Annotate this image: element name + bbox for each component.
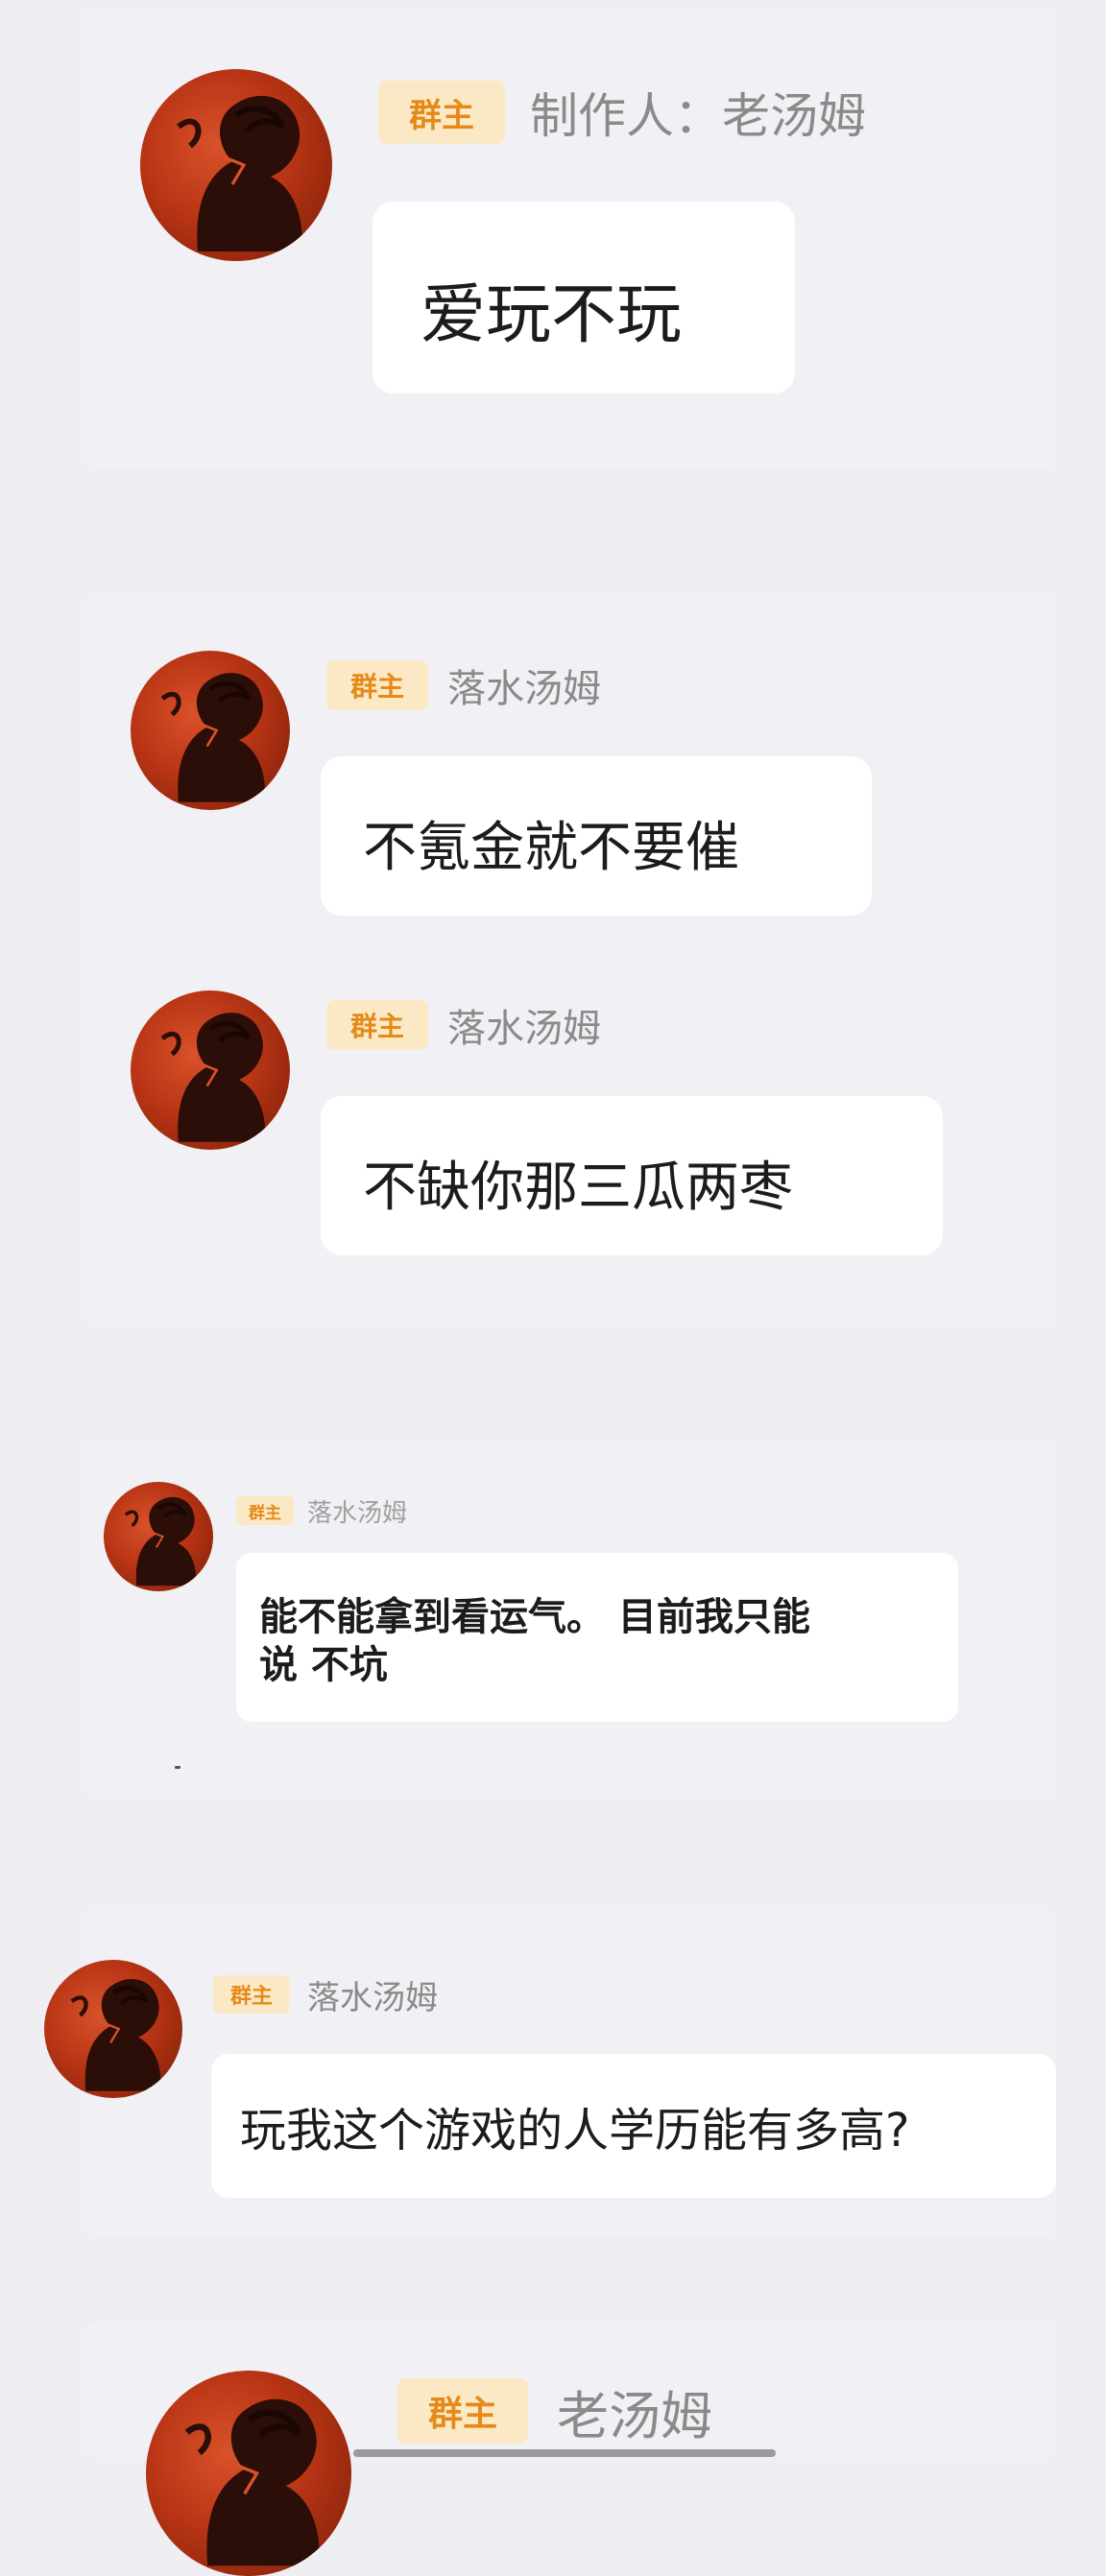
message-text: 不缺你那三瓜两枣 — [363, 1157, 793, 1219]
avatar[interactable] — [131, 990, 290, 1150]
sender-name[interactable]: 老汤姆 — [557, 2373, 712, 2449]
sender-name[interactable]: 制作人：老汤姆 — [530, 78, 866, 147]
message-text: 能不能拿到看运气。 目前我只能 说 不坑 — [259, 1595, 810, 1687]
avatar[interactable] — [131, 651, 290, 810]
message-text: 不氪金就不要催 — [363, 817, 739, 879]
sender-name[interactable]: 落水汤姆 — [307, 1493, 407, 1529]
message-header: 群主 落水汤姆 — [236, 1493, 407, 1528]
group-owner-badge: 群主 — [378, 81, 505, 144]
cartoon-character-avatar-icon — [70, 1979, 161, 2091]
home-indicator[interactable] — [353, 2449, 776, 2457]
group-owner-badge: 群主 — [213, 1975, 290, 2014]
message-text: 玩我这个游戏的人学历能有多高? — [240, 2104, 910, 2158]
sender-name[interactable]: 落水汤姆 — [447, 657, 601, 713]
cartoon-character-avatar-icon — [160, 673, 266, 802]
avatar[interactable] — [104, 1482, 213, 1591]
message-header: 群主 老汤姆 — [397, 2376, 712, 2446]
message-header: 群主 落水汤姆 — [213, 1971, 438, 2017]
cartoon-character-avatar-icon — [184, 2398, 320, 2566]
group-owner-badge: 群主 — [397, 2378, 528, 2444]
message-bubble[interactable]: 不缺你那三瓜两枣 — [321, 1096, 943, 1255]
avatar[interactable] — [44, 1960, 182, 2098]
image-speck — [175, 1766, 180, 1769]
group-owner-badge: 群主 — [236, 1496, 294, 1525]
message-bubble[interactable]: 爱玩不玩 — [373, 202, 795, 394]
sender-name[interactable]: 落水汤姆 — [307, 1971, 438, 2018]
cartoon-character-avatar-icon — [160, 1013, 266, 1142]
group-owner-badge: 群主 — [326, 660, 428, 710]
cartoon-character-avatar-icon — [124, 1496, 197, 1586]
message-header: 群主 落水汤姆 — [326, 658, 601, 712]
message-bubble[interactable]: 不氪金就不要催 — [321, 756, 872, 916]
avatar[interactable] — [140, 69, 332, 261]
group-owner-badge: 群主 — [326, 1000, 428, 1050]
sender-name[interactable]: 落水汤姆 — [447, 997, 601, 1053]
message-text: 爱玩不玩 — [421, 277, 683, 353]
avatar[interactable] — [146, 2371, 351, 2576]
chat-screenshot-collage: 群主 制作人：老汤姆 爱玩不玩 群主 落水汤姆 不氪金就不要催 群主 落水汤姆 — [0, 0, 1106, 2576]
cartoon-character-avatar-icon — [177, 95, 302, 252]
message-header: 群主 制作人：老汤姆 — [378, 79, 866, 146]
message-header: 群主 落水汤姆 — [326, 998, 601, 1052]
message-bubble[interactable]: 能不能拿到看运气。 目前我只能 说 不坑 — [236, 1553, 958, 1722]
message-bubble[interactable]: 玩我这个游戏的人学历能有多高? — [211, 2054, 1056, 2198]
